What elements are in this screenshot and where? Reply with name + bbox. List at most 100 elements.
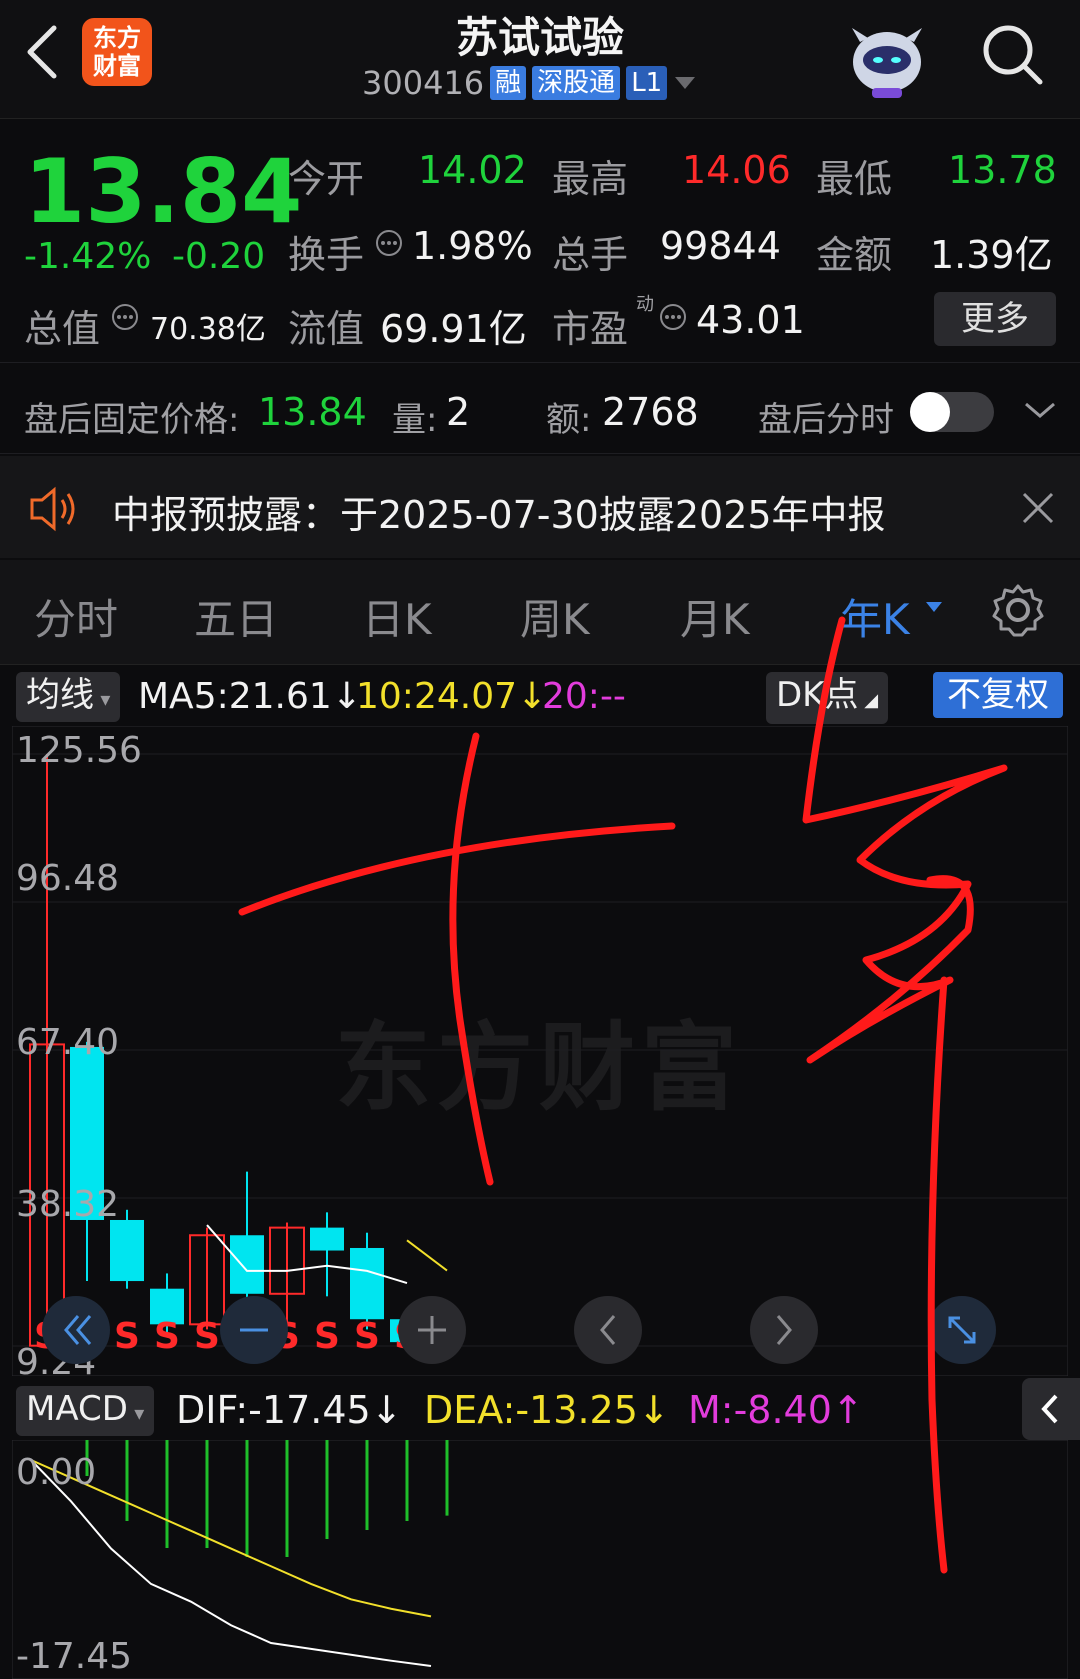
macd-y-tick-label: -17.45: [16, 1636, 133, 1677]
candle-body: [350, 1247, 384, 1320]
search-icon[interactable]: [978, 20, 1048, 90]
after-hours-toggle-label: 盘后分时: [758, 400, 894, 440]
chart-frame: [12, 1440, 1068, 1679]
chevron-right-icon: [776, 1315, 792, 1345]
after-hours-amount: 2768: [602, 390, 699, 434]
ma-selector[interactable]: 均线 ▾: [16, 672, 121, 722]
after-hours-price: 13.84: [258, 390, 367, 434]
tag-level: L1: [626, 66, 668, 100]
more-button[interactable]: 更多: [934, 292, 1056, 346]
chart-frame: [12, 726, 1068, 1376]
ma5-readout: MA5:21.61↓: [138, 676, 362, 717]
after-hours-volume-label: 量:: [392, 400, 438, 440]
macd-y-tick-label: 0.00: [16, 1452, 97, 1493]
amount-value: 1.39亿: [930, 233, 1053, 277]
pe-label: 市盈: [552, 307, 629, 351]
collapse-panel-button[interactable]: [1022, 1378, 1080, 1440]
gear-icon[interactable]: [990, 582, 1046, 638]
current-price: 13.84: [24, 140, 303, 243]
fullscreen-button[interactable]: [928, 1296, 996, 1364]
change-percent: -1.42%: [24, 236, 152, 277]
macd-chart[interactable]: [12, 1440, 1068, 1679]
pe-dynamic-mark: 动: [636, 294, 654, 315]
float-value-label: 流值: [288, 307, 365, 351]
prev-button[interactable]: [574, 1296, 642, 1364]
chevron-left-icon: [1041, 1394, 1058, 1424]
sell-signal-label: S: [194, 1316, 220, 1357]
chevron-down-icon[interactable]: [1022, 398, 1058, 422]
zoom-out-button[interactable]: [220, 1296, 288, 1364]
top-bar: 东方 财富 苏试试验 300416 融 深股通 L1: [0, 0, 1080, 119]
pe-value: 43.01: [696, 298, 805, 342]
dk-point-button[interactable]: DK点 ◢: [766, 672, 889, 724]
amount-label: 金额: [816, 233, 893, 277]
tab-yearly-k[interactable]: 年K: [840, 586, 910, 647]
total-value: 70.38亿: [150, 312, 266, 347]
dif-readout: DIF:-17.45↓: [176, 1388, 403, 1432]
close-icon[interactable]: [1018, 488, 1058, 528]
no-adjust-button[interactable]: 不复权: [933, 672, 1063, 718]
candle-body: [310, 1227, 344, 1251]
y-tick-label: 96.48: [16, 858, 120, 899]
tab-five-day[interactable]: 五日: [194, 586, 278, 647]
volume-label: 总手: [552, 233, 629, 277]
candle-body: [110, 1219, 144, 1282]
after-hours-volume: 2: [446, 390, 471, 434]
next-button[interactable]: [750, 1296, 818, 1364]
info-icon[interactable]: [110, 302, 140, 332]
info-icon[interactable]: [658, 302, 688, 332]
open-value: 14.02: [418, 148, 527, 192]
stock-code-row[interactable]: 300416 融 深股通 L1: [362, 64, 697, 102]
after-hours-amount-label: 额:: [546, 400, 592, 440]
minus-icon: [240, 1328, 268, 1332]
y-tick-label: 125.56: [16, 730, 142, 771]
toggle-knob: [910, 392, 950, 432]
indicator-selector[interactable]: MACD ▾: [16, 1386, 155, 1436]
notice-text: 中报预披露：于2025-07-30披露2025年中报: [112, 493, 886, 537]
y-tick-label: 38.32: [16, 1184, 120, 1225]
stock-code: 300416: [362, 64, 485, 102]
ma-selector-label: 均线: [26, 675, 94, 715]
speaker-icon: [30, 486, 75, 532]
tab-intraday[interactable]: 分时: [34, 586, 118, 647]
low-value: 13.78: [948, 148, 1057, 192]
double-chevron-left-icon: [64, 1315, 92, 1345]
sell-signal-label: S: [154, 1316, 180, 1357]
tab-monthly-k[interactable]: 月K: [680, 586, 750, 647]
ma20-readout: 20:--: [542, 676, 626, 717]
zoom-in-button[interactable]: [398, 1296, 466, 1364]
tab-weekly-k[interactable]: 周K: [520, 586, 590, 647]
dropdown-icon: [675, 77, 696, 89]
turnover-label: 换手: [288, 233, 365, 277]
chevron-left-icon: [600, 1315, 616, 1345]
candlestick-chart[interactable]: SSSSSSSSSSS: [12, 726, 1068, 1376]
m-readout: M:-8.40↑: [688, 1388, 864, 1432]
tag-connect: 深股通: [532, 66, 621, 100]
ma10-line: [406, 1239, 448, 1272]
sell-signal-label: S: [314, 1316, 340, 1357]
low-label: 最低: [816, 157, 893, 201]
indicator-selector-label: MACD: [26, 1389, 128, 1429]
ma10-readout: 10:24.07↓: [356, 676, 548, 717]
candle-body: [230, 1235, 264, 1294]
tab-daily-k[interactable]: 日K: [362, 586, 432, 647]
robot-avatar-icon[interactable]: [842, 10, 932, 100]
total-value-label: 总值: [24, 307, 101, 351]
dropdown-icon: [926, 602, 942, 612]
turnover-value: 1.98%: [412, 224, 533, 268]
plus-icon: [418, 1316, 446, 1344]
dea-readout: DEA:-13.25↓: [424, 1388, 670, 1432]
expand-icon: [948, 1316, 976, 1344]
after-hours-label: 盘后固定价格:: [24, 400, 240, 440]
volume-value: 99844: [660, 224, 781, 268]
sell-signal-label: S: [354, 1316, 380, 1357]
scroll-left-far-button[interactable]: [42, 1296, 110, 1364]
info-icon[interactable]: [374, 228, 404, 258]
change-amount: -0.20: [172, 236, 266, 277]
high-label: 最高: [552, 157, 629, 201]
dk-point-label: DK点: [776, 675, 859, 715]
tag-margin: 融: [490, 66, 527, 100]
open-label: 今开: [288, 157, 365, 201]
sell-signal-label: S: [114, 1316, 140, 1357]
y-tick-label: 67.40: [16, 1022, 120, 1063]
